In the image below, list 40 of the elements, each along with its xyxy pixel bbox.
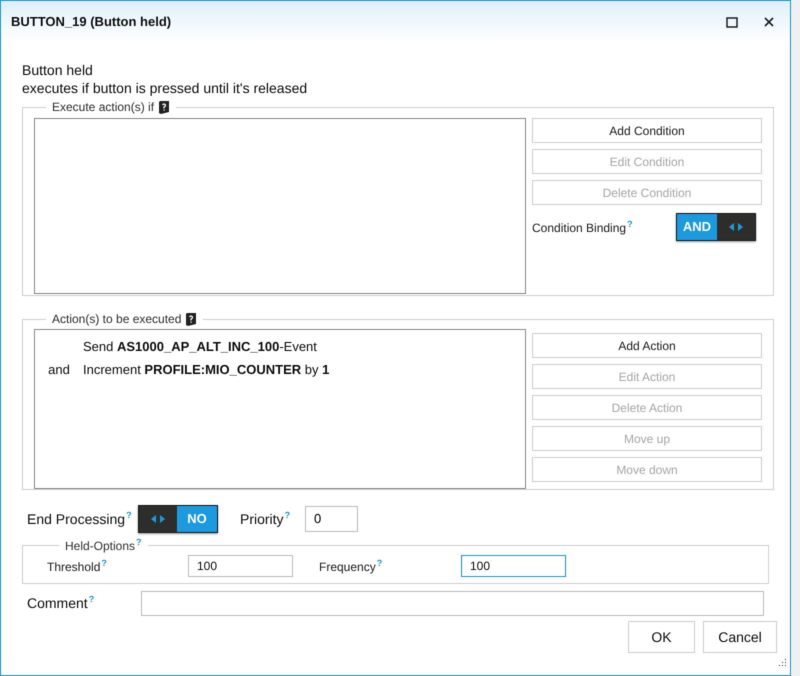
help-book-icon[interactable]: [158, 100, 170, 114]
field-label: Frequency$^{?}$: [319, 556, 384, 576]
action-text: Send AS1000_AP_ALT_INC_100-Event: [83, 338, 317, 356]
close-icon[interactable]: [764, 17, 774, 27]
dialog-button[interactable]: Cancel: [703, 621, 777, 653]
help-mark[interactable]: ?: [376, 558, 382, 568]
field-label: End Processing$^{?}$: [27, 508, 133, 529]
maximize-icon[interactable]: [726, 16, 738, 28]
priority-field[interactable]: 0: [305, 506, 358, 532]
field-label: Comment$^{?}$: [27, 593, 96, 613]
input-field[interactable]: 100: [188, 555, 293, 577]
help-mark[interactable]: ?: [627, 218, 633, 228]
comment-field[interactable]: [141, 591, 764, 616]
input-field[interactable]: 100: [461, 555, 566, 577]
resize-grip-icon[interactable]: [778, 658, 787, 667]
action-button[interactable]: Add Condition: [532, 118, 762, 143]
row-prefix: and: [47, 360, 71, 379]
group-label: Held-Options$^{?}$: [65, 536, 142, 555]
description-text: executes if button is pressed until it's released: [22, 79, 308, 97]
help-mark[interactable]: ?: [126, 510, 132, 520]
field-label: Condition Binding$^{?}$: [532, 218, 634, 236]
help-mark[interactable]: ?: [284, 510, 290, 520]
action-text: Increment PROFILE:MIO_COUNTER by 1: [83, 360, 330, 379]
left-right-arrows-icon: [729, 223, 743, 231]
group-label: Action(s) to be executed: [52, 311, 182, 328]
dialog-button[interactable]: OK: [628, 621, 695, 653]
description-text: Button held: [22, 61, 94, 79]
actions-list[interactable]: Send AS1000_AP_ALT_INC_100-Event and Increment PROFILE:MIO_COUNTER by 1: [34, 329, 526, 489]
help-mark[interactable]: ?: [88, 594, 94, 604]
field-label: Threshold$^{?}$: [47, 556, 108, 576]
group-label: Execute action(s) if: [52, 99, 154, 116]
help-mark[interactable]: ?: [101, 558, 107, 568]
toggle-switch[interactable]: AND: [676, 213, 756, 241]
left-right-arrows-icon: [151, 515, 165, 523]
field-label: Priority$^{?}$: [240, 508, 292, 529]
toggle-switch[interactable]: NO: [138, 505, 218, 533]
help-book-icon[interactable]: [185, 312, 198, 326]
action-button[interactable]: Add Action: [532, 333, 762, 358]
window-title: BUTTON_19 (Button held): [11, 13, 172, 32]
help-mark[interactable]: ?: [136, 537, 142, 547]
